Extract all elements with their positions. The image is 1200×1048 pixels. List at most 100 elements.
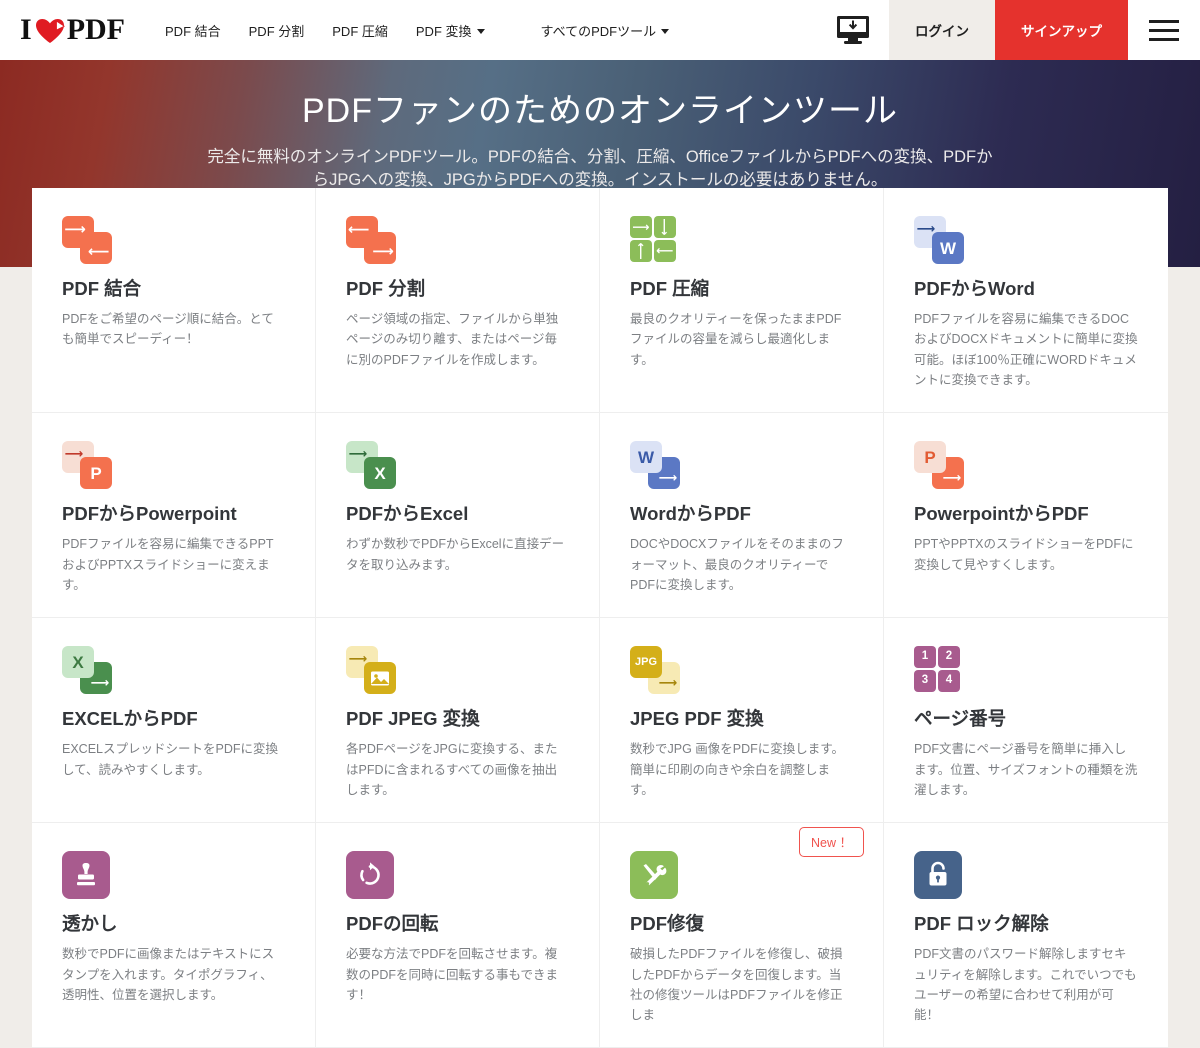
- tool-card-word-to-pdf[interactable]: W ⟶ WordからPDF DOCやDOCXファイルをそのままのフォーマット、最…: [600, 413, 884, 619]
- page-number-2: 2: [945, 650, 953, 663]
- tool-card-pdf-to-powerpoint[interactable]: ⟶ P PDFからPowerpoint PDFファイルを容易に編集できるPPTお…: [32, 413, 316, 619]
- letter-w: W: [939, 238, 957, 258]
- pdf-to-jpeg-icon: ⟶: [346, 646, 402, 695]
- letter-x: X: [72, 652, 84, 672]
- header-actions: ログイン サインアップ: [817, 0, 1200, 60]
- tool-title: PDFからExcel: [346, 503, 469, 525]
- tool-title: PDFからPowerpoint: [62, 503, 237, 525]
- tool-description: PDF文書にページ番号を簡単に挿入します。位置、サイズフォントの種類を洗濯します…: [914, 742, 1138, 797]
- merge-icon: ⟶ ⟶: [62, 216, 118, 264]
- tool-card-pdf-to-word[interactable]: ⟶ W PDFからWord PDFファイルを容易に編集できるDOCおよびDOCX…: [884, 188, 1168, 414]
- tool-card-split[interactable]: ⟶ ⟶ PDF 分割 ページ領域の指定、ファイルから単独ページのみ切り離す、また…: [316, 188, 600, 414]
- tool-card-jpeg-to-pdf[interactable]: JPG ⟶ JPEG PDF 変換 数秒でJPG 画像をPDFに変換します。簡単…: [600, 618, 884, 824]
- status-badge-new: New ！: [799, 827, 864, 858]
- tool-title: ページ番号: [914, 708, 1007, 730]
- chevron-down-icon: [661, 28, 670, 34]
- letter-jpg: JPG: [634, 655, 657, 668]
- desktop-download-icon[interactable]: [817, 0, 889, 60]
- tool-description: DOCやDOCXファイルをそのままのフォーマット、最良のクオリティーでPDFに変…: [630, 537, 844, 592]
- tool-description: ページ領域の指定、ファイルから単独ページのみ切り離す、またはページ毎に別のPDF…: [346, 312, 559, 367]
- unlock-padlock-icon: [914, 851, 970, 900]
- tool-card-compress[interactable]: ⟶ ⟶ ⟶ ⟶ PDF 圧縮 最良のクオリティーを保ったままPDFファイルの容量…: [600, 188, 884, 414]
- tool-description: 必要な方法でPDFを回転させます。複数のPDFを同時に回転する事もできます！: [346, 947, 559, 1002]
- repair-tools-icon: [630, 851, 686, 900]
- site-logo[interactable]: I PDF: [0, 0, 139, 60]
- page-title: PDFファンのためのオンラインツール: [302, 92, 898, 130]
- nav-item-split[interactable]: PDF 分割: [235, 0, 319, 60]
- page-number-3: 3: [921, 674, 929, 687]
- tool-card-page-numbers[interactable]: 1 2 3 4 ページ番号 PDF文書にページ番号を簡単に挿入します。位置、サイ…: [884, 618, 1168, 824]
- tool-card-rotate[interactable]: PDFの回転 必要な方法でPDFを回転させます。複数のPDFを同時に回転する事も…: [316, 823, 600, 1048]
- logo-text-pdf: PDF: [66, 13, 126, 46]
- nav-label: すべてのPDFツール: [540, 23, 657, 39]
- tool-title: PDF ロック解除: [914, 913, 1049, 935]
- tool-card-pdf-to-excel[interactable]: ⟶ X PDFからExcel わずか数秒でPDFからExcelに直接データを取り…: [316, 413, 600, 619]
- tool-title: PDF 分割: [346, 278, 426, 299]
- tool-description: PDF文書のパスワード解除しますセキュリティを解除します。これでいつでもユーザー…: [914, 947, 1137, 1022]
- letter-p: P: [924, 447, 936, 467]
- word-to-pdf-icon: W ⟶: [630, 441, 686, 490]
- tool-title: PDF 圧縮: [630, 278, 710, 299]
- tool-card-watermark[interactable]: 透かし 数秒でPDFに画像またはテキストにスタンプを入れます。タイポグラフィ、透…: [32, 823, 316, 1048]
- tool-card-pdf-to-jpeg[interactable]: ⟶ PDF JPEG 変換 各PDFページをJPGに変換する、またはPFDに含ま…: [316, 618, 600, 824]
- rotate-icon: [346, 851, 402, 900]
- tool-title: WordからPDF: [630, 503, 751, 525]
- tool-card-excel-to-pdf[interactable]: X ⟶ EXCELからPDF EXCELスプレッドシートをPDFに変換して、読み…: [32, 618, 316, 824]
- heart-icon: [35, 16, 65, 44]
- image-glyph-icon: [371, 671, 389, 686]
- nav-item-compress[interactable]: PDF 圧縮: [318, 0, 402, 60]
- nav-label: PDF 圧縮: [332, 23, 388, 39]
- nav-item-convert[interactable]: PDF 変換: [402, 0, 499, 60]
- logo-text-i: I: [20, 13, 32, 46]
- site-header: I PDF PDF 結合 PDF 分割 PDF 圧縮 PDF 変換 すべてのPD…: [0, 0, 1200, 60]
- hamburger-menu-icon[interactable]: [1128, 0, 1200, 60]
- page-number-4: 4: [945, 674, 953, 687]
- compress-icon: ⟶ ⟶ ⟶ ⟶: [630, 216, 686, 264]
- watermark-stamp-icon: [62, 851, 118, 900]
- tool-description: PDFをご希望のページ順に結合。とても簡単でスピーディー！: [62, 312, 274, 347]
- letter-x: X: [374, 463, 386, 483]
- tool-card-unlock[interactable]: PDF ロック解除 PDF文書のパスワード解除しますセキュリティを解除します。こ…: [884, 823, 1168, 1048]
- hero-subtitle: 完全に無料のオンラインPDFツール。PDFの結合、分割、圧縮、Officeファイ…: [207, 148, 993, 190]
- page-numbers-icon: 1 2 3 4: [914, 646, 970, 694]
- page-number-1: 1: [921, 650, 929, 663]
- pdf-to-powerpoint-icon: ⟶ P: [62, 441, 118, 490]
- tool-card-powerpoint-to-pdf[interactable]: P ⟶ PowerpointからPDF PPTやPPTXのスライドショーをPDF…: [884, 413, 1168, 619]
- letter-w: W: [637, 447, 655, 467]
- tool-card-repair[interactable]: New ！ PDF修復 破損したPDFファイルを修復し、破損したPDFからデータ…: [600, 823, 884, 1048]
- jpeg-to-pdf-icon: JPG ⟶: [630, 646, 686, 695]
- tool-description: 数秒でPDFに画像またはテキストにスタンプを入れます。タイポグラフィ、透明性、位…: [62, 947, 275, 1002]
- tool-title: JPEG PDF 変換: [630, 708, 764, 730]
- excel-to-pdf-icon: X ⟶: [62, 646, 118, 695]
- signup-button[interactable]: サインアップ: [995, 0, 1128, 60]
- nav-item-all-tools[interactable]: すべてのPDFツール: [527, 0, 684, 60]
- login-button[interactable]: ログイン: [889, 0, 995, 60]
- split-icon: ⟶ ⟶: [346, 216, 402, 264]
- tool-description: 数秒でJPG 画像をPDFに変換します。簡単に印刷の向きや余白を調整します。: [630, 742, 845, 797]
- tool-description: PDFファイルを容易に編集できるDOCおよびDOCXドキュメントに簡単に変換可能…: [914, 312, 1138, 387]
- letter-p: P: [90, 463, 102, 483]
- nav-label: PDF 分割: [248, 23, 305, 39]
- tool-description: PPTやPPTXのスライドショーをPDFに変換して見やすくします。: [914, 537, 1134, 572]
- tools-grid: ⟶ ⟶ PDF 結合 PDFをご希望のページ順に結合。とても簡単でスピーディー！…: [32, 188, 1168, 1048]
- nav-item-merge[interactable]: PDF 結合: [151, 0, 235, 60]
- tool-title: PowerpointからPDF: [914, 503, 1089, 525]
- tool-title: PDFからWord: [914, 278, 1035, 299]
- tool-description: EXCELスプレッドシートをPDFに変換して、読みやすくします。: [62, 742, 278, 777]
- tool-title: 透かし: [62, 913, 118, 935]
- powerpoint-to-pdf-icon: P ⟶: [914, 441, 970, 490]
- tool-title: PDF 結合: [62, 278, 142, 299]
- main-navigation: PDF 結合 PDF 分割 PDF 圧縮 PDF 変換 すべてのPDFツール: [151, 0, 683, 60]
- nav-label: PDF 変換: [415, 23, 472, 39]
- tool-description: PDFファイルを容易に編集できるPPTおよびPPTXスライドショーに変えます。: [62, 537, 274, 592]
- pdf-to-word-icon: ⟶ W: [914, 216, 970, 264]
- tool-description: 最良のクオリティーを保ったままPDFファイルの容量を減らし最適化します。: [630, 312, 842, 367]
- tool-title: PDF JPEG 変換: [346, 708, 480, 730]
- tool-title: PDF修復: [630, 913, 705, 935]
- tool-title: EXCELからPDF: [62, 708, 198, 730]
- tool-description: わずか数秒でPDFからExcelに直接データを取り込みます。: [346, 537, 565, 572]
- chevron-down-icon: [476, 28, 485, 34]
- tool-card-merge[interactable]: ⟶ ⟶ PDF 結合 PDFをご希望のページ順に結合。とても簡単でスピーディー！: [32, 188, 316, 414]
- tool-description: 各PDFページをJPGに変換する、またはPFDに含まれるすべての画像を抽出します…: [346, 742, 558, 797]
- pdf-to-excel-icon: ⟶ X: [346, 441, 402, 490]
